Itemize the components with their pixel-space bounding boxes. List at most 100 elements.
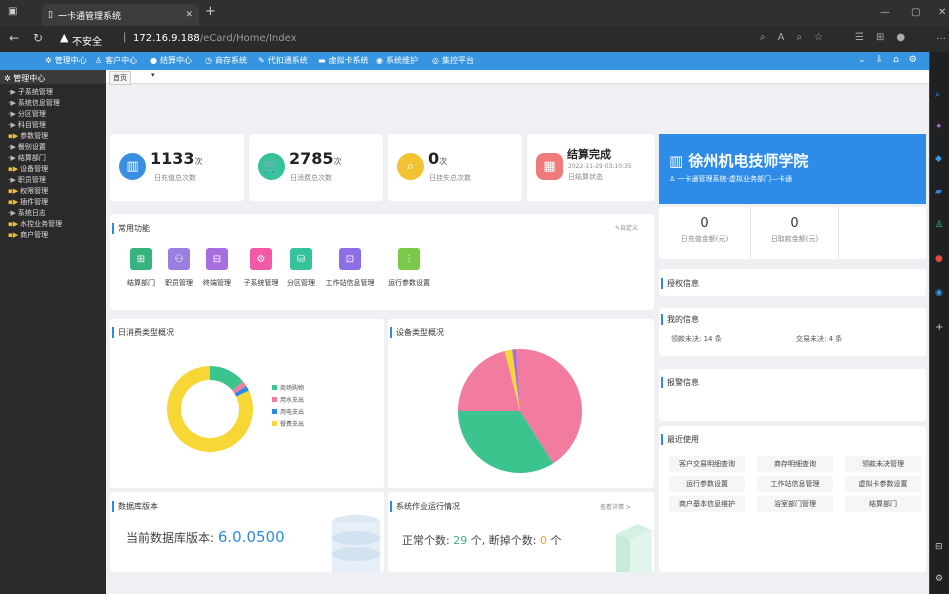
sidebar-item-label: 结算部门: [17, 154, 46, 162]
copilot-icon[interactable]: ✦: [935, 122, 943, 132]
withdraw-amount: 0: [790, 216, 799, 231]
recent-item[interactable]: 浴室部门管理: [757, 496, 833, 512]
nav-maintenance[interactable]: ◉ 系统维护: [376, 55, 418, 66]
legend-swatch: [272, 421, 277, 426]
sidebar-item[interactable]: ▪▶ 设备管理: [8, 164, 48, 174]
nav-control[interactable]: ◎ 集控平台: [432, 55, 474, 66]
function-icon[interactable]: ⊡: [339, 248, 361, 270]
recent-item[interactable]: 领款未决管理: [845, 456, 921, 472]
back-icon[interactable]: ←: [9, 31, 19, 45]
sidebar-item[interactable]: -▶ 科目管理: [8, 120, 46, 130]
panel-icon[interactable]: ⊟: [935, 542, 943, 552]
sidebar-item[interactable]: -▶ 分区管理: [8, 109, 46, 119]
recharge-amount: 0: [700, 216, 709, 231]
window-menu-icon[interactable]: ▣: [8, 6, 17, 17]
legend-label: 商场购物: [280, 385, 305, 392]
pending-withdrawal[interactable]: 领款未决: 14 条: [671, 334, 722, 344]
chevron-down-icon[interactable]: ▾: [151, 71, 155, 79]
nav-customer[interactable]: ♙ 客户中心: [95, 55, 137, 66]
legend-item[interactable]: 餐费支出: [272, 419, 304, 428]
recent-item[interactable]: 虚拟卡参数设置: [845, 476, 921, 492]
tag-icon[interactable]: ◆: [935, 154, 942, 164]
function-icon[interactable]: ⛁: [290, 248, 312, 270]
amount-panel: 0 日充值金额(元) 0 日取款金额(元): [659, 207, 926, 259]
sidebar-item[interactable]: -▶ 结算部门: [8, 153, 46, 163]
settings-icon[interactable]: ⚙: [935, 574, 943, 584]
sidebar-item-label: 权限管理: [20, 187, 49, 195]
function-icon[interactable]: ⚙: [250, 248, 272, 270]
stat-card-recharge: ▥ 1133次 日充值总次数: [110, 134, 244, 201]
legend-item[interactable]: 用电支出: [272, 407, 304, 416]
folder-icon: -▶: [8, 143, 16, 151]
function-icon[interactable]: ⫶: [398, 248, 420, 270]
sidebar-item[interactable]: ▪▶ 插件管理: [8, 197, 48, 207]
legend-item[interactable]: 用水支出: [272, 395, 304, 404]
pending-transaction[interactable]: 交易未决: 4 条: [796, 334, 842, 344]
sidebar-item[interactable]: ▪▶ 参数管理: [8, 131, 48, 141]
recent-item[interactable]: 商存明细查询: [757, 456, 833, 472]
clock-icon: ◷: [205, 56, 212, 65]
nav-tools-icon[interactable]: ⌄⇩⌂⚙: [858, 55, 927, 65]
nav-storage[interactable]: ◷ 商存系统: [205, 55, 247, 66]
withdraw-amount-label: 日取款金额(元): [770, 235, 819, 243]
bag-icon[interactable]: ▰: [935, 187, 942, 197]
maximize-icon[interactable]: ▢: [911, 7, 920, 18]
recent-item[interactable]: 运行参数设置: [669, 476, 745, 492]
sidebar-item[interactable]: -▶ 子系统管理: [8, 87, 53, 97]
more-icon[interactable]: …: [936, 31, 946, 42]
normal-count: 29: [453, 534, 468, 547]
outlook-icon[interactable]: ◉: [935, 288, 943, 298]
recent-item[interactable]: 客户交易明细查询: [669, 456, 745, 472]
recent-item[interactable]: 结算部门: [845, 496, 921, 512]
nav-management[interactable]: ✲ 管理中心: [45, 55, 87, 66]
function-label[interactable]: 运行参数设置: [380, 278, 438, 288]
recent-item[interactable]: 商户基本信息维护: [669, 496, 745, 512]
minimize-icon[interactable]: —: [880, 7, 890, 18]
close-window-icon[interactable]: ✕: [938, 7, 946, 18]
close-tab-icon[interactable]: ✕: [185, 10, 193, 20]
sidebar-item-label: 科目管理: [17, 121, 46, 129]
person-icon[interactable]: ♙: [935, 220, 943, 230]
browser-tab[interactable]: ▯ 一卡通管理系统 ✕: [42, 4, 199, 26]
function-icon[interactable]: ⚇: [168, 248, 190, 270]
alarm-panel: 报警信息: [659, 369, 926, 421]
add-icon[interactable]: +: [935, 322, 943, 333]
sidebar-item-label: 插件管理: [20, 198, 49, 206]
profile-icon[interactable]: ☰⊞●: [855, 32, 917, 43]
function-icon[interactable]: ⊞: [130, 248, 152, 270]
donut-legend: 商场购物用水支出用电支出餐费支出: [272, 383, 304, 431]
sidebar-item[interactable]: ▪▶ 权限管理: [8, 186, 48, 196]
sidebar-item[interactable]: -▶ 职员管理: [8, 175, 46, 185]
user-icon: ♙: [669, 175, 678, 183]
function-label[interactable]: 工作站信息管理: [321, 278, 379, 288]
browser-titlebar: ▣ ▯ 一卡通管理系统 ✕ + — ▢ ✕: [0, 0, 949, 26]
refresh-icon[interactable]: ↻: [33, 31, 43, 45]
recent-item[interactable]: 工作站信息管理: [757, 476, 833, 492]
nav-settlement[interactable]: ● 结算中心: [150, 55, 192, 66]
url-text[interactable]: 172.16.9.188/eCard/Home/Index: [133, 33, 297, 44]
new-tab-button[interactable]: +: [205, 4, 216, 19]
sidebar-item[interactable]: -▶ 系统日志: [8, 208, 46, 218]
sidebar-item-label: 职员管理: [17, 176, 46, 184]
function-icon[interactable]: ⊟: [206, 248, 228, 270]
legend-item[interactable]: 商场购物: [272, 383, 304, 392]
db-title: 数据库版本: [112, 501, 158, 512]
insecure-label[interactable]: 不安全: [72, 33, 102, 48]
search-icon[interactable]: ⌕: [935, 90, 940, 100]
browser-actions-icon[interactable]: ⌕A⌕☆: [760, 32, 835, 43]
office-icon[interactable]: ●: [935, 254, 943, 264]
nav-withholding[interactable]: ✎ 代扣通系统: [258, 55, 308, 66]
home-tab[interactable]: 首页: [109, 71, 131, 85]
sidebar-item[interactable]: ▪▶ 水控业务管理: [8, 219, 62, 229]
database-icon: [332, 515, 380, 572]
sidebar-item[interactable]: ▪▶ 商户管理: [8, 230, 48, 240]
sidebar-item[interactable]: -▶ 餐别设置: [8, 142, 46, 152]
folder-icon: ▪▶: [8, 220, 19, 228]
nav-virtual-card[interactable]: ▬ 虚拟卡系统: [318, 55, 369, 66]
customize-link[interactable]: ✎自定义: [615, 223, 638, 232]
sidebar-item[interactable]: -▶ 系统信息管理: [8, 98, 60, 108]
sidebar-item-label: 参数管理: [20, 132, 49, 140]
pen-icon: ✎: [258, 56, 265, 65]
jobs-detail-link[interactable]: 查看详情 >: [600, 502, 631, 511]
sidebar-item-label: 水控业务管理: [20, 220, 63, 228]
